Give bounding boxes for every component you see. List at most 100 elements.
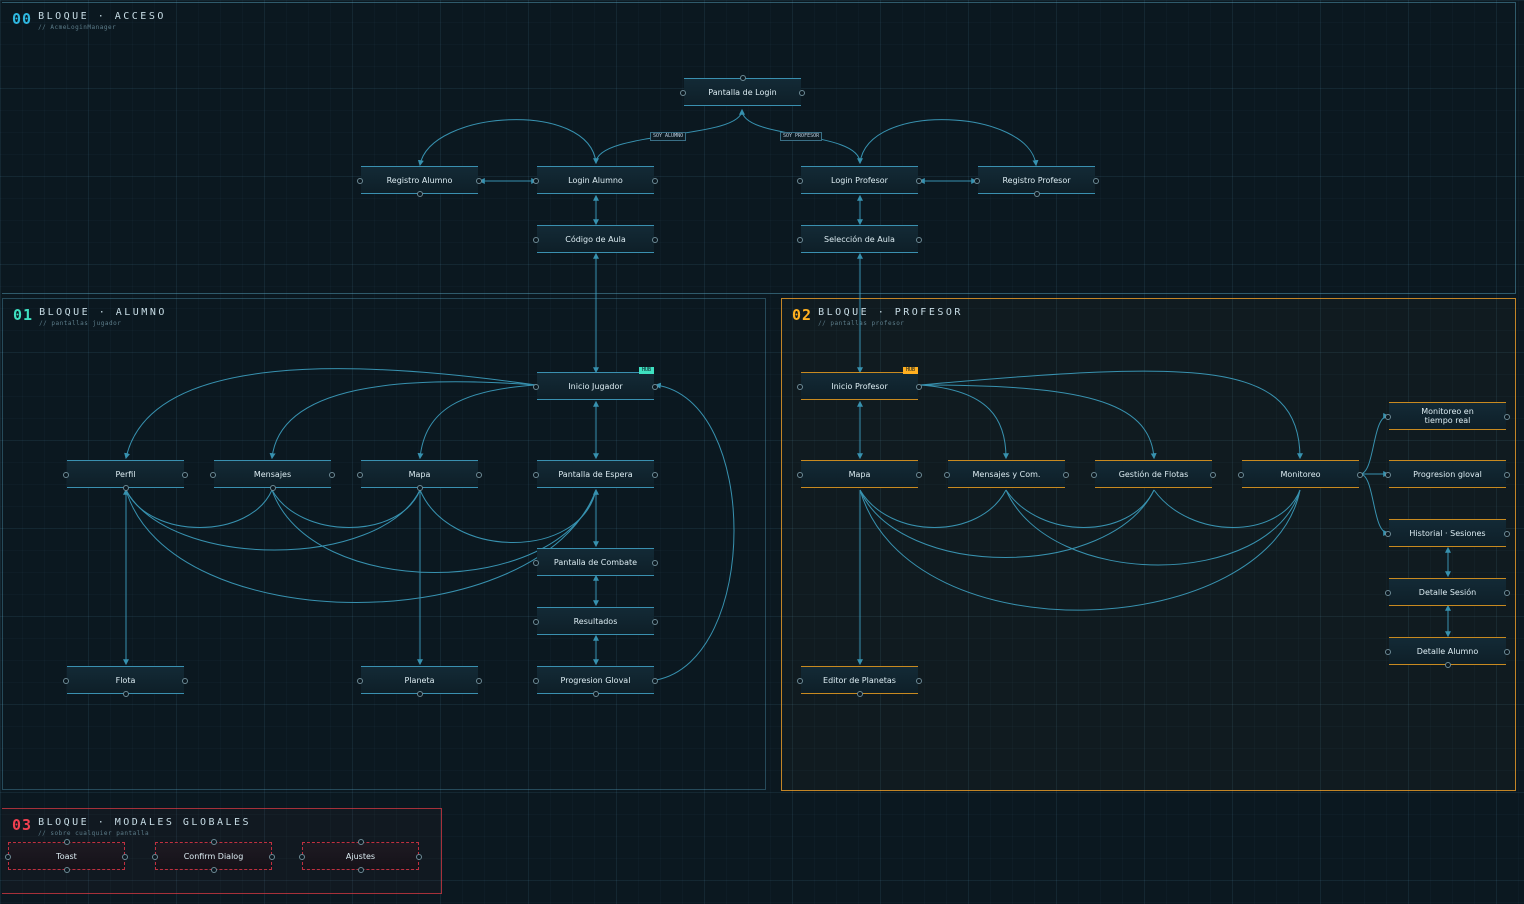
port[interactable] bbox=[1504, 649, 1510, 655]
node-progresion-gloval-alumno[interactable]: Progresion Gloval bbox=[533, 666, 658, 697]
port[interactable] bbox=[1238, 472, 1244, 478]
port[interactable] bbox=[1091, 472, 1097, 478]
port[interactable] bbox=[476, 678, 482, 684]
node-editor-planetas[interactable]: Editor de Planetas bbox=[797, 666, 922, 697]
port[interactable] bbox=[533, 237, 539, 243]
port[interactable] bbox=[1504, 590, 1510, 596]
port[interactable] bbox=[122, 485, 129, 491]
port[interactable] bbox=[652, 237, 658, 243]
port[interactable] bbox=[944, 472, 950, 478]
port[interactable] bbox=[1093, 178, 1099, 184]
port[interactable] bbox=[416, 854, 422, 860]
port[interactable] bbox=[533, 472, 539, 478]
port[interactable] bbox=[916, 178, 922, 184]
port[interactable] bbox=[797, 678, 803, 684]
port[interactable] bbox=[1033, 191, 1040, 197]
port[interactable] bbox=[739, 75, 746, 81]
node-codigo-aula[interactable]: Código de Aula bbox=[533, 225, 658, 253]
port[interactable] bbox=[1504, 472, 1510, 478]
port[interactable] bbox=[1385, 649, 1391, 655]
node-mensajes-com[interactable]: Mensajes y Com. bbox=[944, 460, 1069, 488]
port[interactable] bbox=[476, 178, 482, 184]
port[interactable] bbox=[357, 472, 363, 478]
node-inicio-profesor[interactable]: Inicio Profesor HUB bbox=[797, 367, 922, 400]
port[interactable] bbox=[63, 867, 70, 873]
port[interactable] bbox=[533, 178, 539, 184]
port[interactable] bbox=[797, 472, 803, 478]
port[interactable] bbox=[1444, 662, 1451, 668]
port[interactable] bbox=[680, 90, 686, 96]
node-toast[interactable]: Toast bbox=[5, 839, 128, 873]
port[interactable] bbox=[1357, 472, 1363, 478]
port[interactable] bbox=[652, 560, 658, 566]
port[interactable] bbox=[63, 678, 69, 684]
node-pantalla-login[interactable]: Pantalla de Login bbox=[680, 75, 805, 106]
node-pantalla-espera[interactable]: Pantalla de Espera bbox=[533, 460, 658, 488]
node-planeta[interactable]: Planeta bbox=[357, 666, 482, 697]
port[interactable] bbox=[210, 867, 217, 873]
node-progresion-gloval-profesor[interactable]: Progresion gloval bbox=[1385, 460, 1510, 488]
port[interactable] bbox=[416, 691, 423, 697]
node-perfil[interactable]: Perfil bbox=[63, 460, 188, 491]
node-mapa-alumno[interactable]: Mapa bbox=[357, 460, 482, 491]
node-flota[interactable]: Flota bbox=[63, 666, 188, 697]
port[interactable] bbox=[533, 678, 539, 684]
port[interactable] bbox=[63, 839, 70, 845]
port[interactable] bbox=[797, 384, 803, 390]
port[interactable] bbox=[856, 691, 863, 697]
port[interactable] bbox=[797, 237, 803, 243]
port[interactable] bbox=[916, 384, 922, 390]
node-mapa-profesor[interactable]: Mapa bbox=[797, 460, 922, 488]
node-detalle-alumno[interactable]: Detalle Alumno bbox=[1385, 637, 1510, 668]
port[interactable] bbox=[592, 691, 599, 697]
node-resultados[interactable]: Resultados bbox=[533, 607, 658, 635]
port[interactable] bbox=[652, 619, 658, 625]
port[interactable] bbox=[357, 678, 363, 684]
port[interactable] bbox=[533, 619, 539, 625]
node-inicio-jugador[interactable]: Inicio Jugador HUB bbox=[533, 367, 658, 400]
node-ajustes[interactable]: Ajustes bbox=[299, 839, 422, 873]
port[interactable] bbox=[1385, 414, 1391, 420]
port[interactable] bbox=[533, 384, 539, 390]
node-gestion-flotas[interactable]: Gestión de Flotas bbox=[1091, 460, 1216, 488]
port[interactable] bbox=[1385, 472, 1391, 478]
port[interactable] bbox=[652, 678, 658, 684]
port[interactable] bbox=[1210, 472, 1216, 478]
port[interactable] bbox=[269, 854, 275, 860]
node-seleccion-aula[interactable]: Selección de Aula bbox=[797, 225, 922, 253]
port[interactable] bbox=[652, 472, 658, 478]
port[interactable] bbox=[416, 191, 423, 197]
node-login-profesor[interactable]: Login Profesor bbox=[797, 166, 922, 194]
port[interactable] bbox=[357, 867, 364, 873]
port[interactable] bbox=[416, 485, 423, 491]
port[interactable] bbox=[916, 678, 922, 684]
port[interactable] bbox=[152, 854, 158, 860]
port[interactable] bbox=[916, 472, 922, 478]
port[interactable] bbox=[476, 472, 482, 478]
port[interactable] bbox=[799, 90, 805, 96]
port[interactable] bbox=[210, 839, 217, 845]
port[interactable] bbox=[1504, 414, 1510, 420]
port[interactable] bbox=[329, 472, 335, 478]
port[interactable] bbox=[182, 472, 188, 478]
port[interactable] bbox=[974, 178, 980, 184]
port[interactable] bbox=[1385, 531, 1391, 537]
port[interactable] bbox=[652, 384, 658, 390]
port[interactable] bbox=[916, 237, 922, 243]
port[interactable] bbox=[5, 854, 11, 860]
port[interactable] bbox=[122, 691, 129, 697]
node-registro-alumno[interactable]: Registro Alumno bbox=[357, 166, 482, 197]
port[interactable] bbox=[122, 854, 128, 860]
port[interactable] bbox=[1504, 531, 1510, 537]
port[interactable] bbox=[533, 560, 539, 566]
port[interactable] bbox=[1063, 472, 1069, 478]
port[interactable] bbox=[269, 485, 276, 491]
node-registro-profesor[interactable]: Registro Profesor bbox=[974, 166, 1099, 197]
node-detalle-sesion[interactable]: Detalle Sesión bbox=[1385, 578, 1510, 606]
node-monitoreo-tiempo-real[interactable]: Monitoreo en tiempo real bbox=[1385, 402, 1510, 430]
port[interactable] bbox=[357, 839, 364, 845]
port[interactable] bbox=[797, 178, 803, 184]
port[interactable] bbox=[182, 678, 188, 684]
port[interactable] bbox=[299, 854, 305, 860]
node-mensajes[interactable]: Mensajes bbox=[210, 460, 335, 491]
